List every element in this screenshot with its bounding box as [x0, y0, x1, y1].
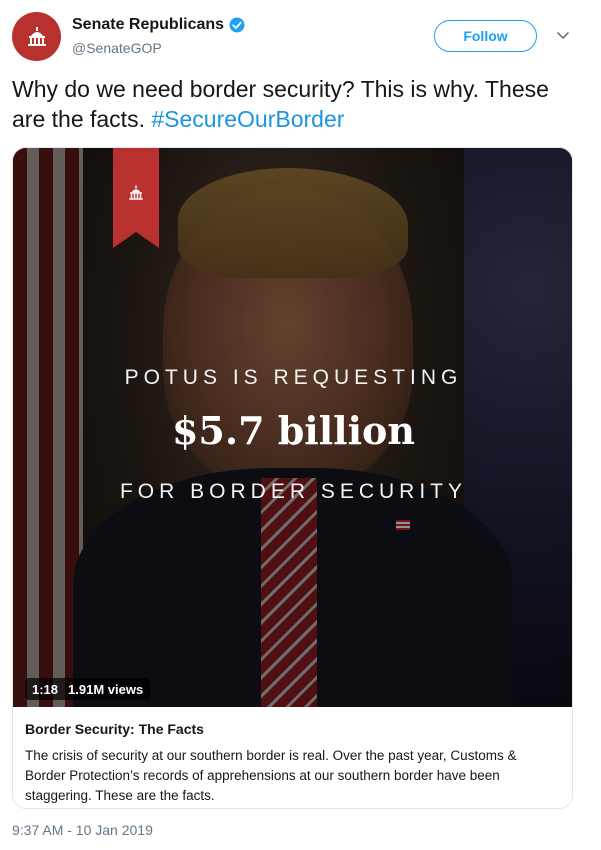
card-title[interactable]: Border Security: The Facts: [25, 721, 560, 737]
capitol-icon: [129, 185, 143, 200]
account-handle[interactable]: @SenateGOP: [72, 40, 162, 56]
video-player[interactable]: POTUS IS REQUESTING $5.7 billion FOR BOR…: [13, 148, 572, 707]
tweet-text: Why do we need border security? This is …: [12, 74, 582, 134]
display-name[interactable]: Senate Republicans: [72, 16, 224, 34]
tweet-timestamp[interactable]: 9:37 AM - 10 Jan 2019: [12, 822, 153, 838]
follow-button[interactable]: Follow: [434, 20, 537, 52]
media-card[interactable]: POTUS IS REQUESTING $5.7 billion FOR BOR…: [12, 147, 573, 809]
video-stats-badge: 1:18 1.91M views: [25, 678, 151, 700]
overlay-headline: POTUS IS REQUESTING: [124, 366, 463, 389]
tweet-header: Senate Republicans @SenateGOP Follow: [0, 0, 601, 70]
chevron-down-icon[interactable]: [556, 28, 570, 42]
video-views: 1.91M views: [68, 681, 144, 697]
avatar[interactable]: [12, 12, 61, 61]
overlay-subline: FOR BORDER SECURITY: [119, 480, 468, 503]
overlay-amount: $5.7 billion: [171, 408, 416, 453]
verified-badge-icon: [229, 17, 245, 33]
video-duration: 1:18: [32, 681, 59, 697]
capitol-icon: [27, 26, 46, 46]
card-text[interactable]: Border Security: The Facts The crisis of…: [13, 707, 572, 808]
card-description: The crisis of security at our southern b…: [25, 748, 517, 803]
hashtag-link[interactable]: #SecureOurBorder: [151, 106, 344, 132]
